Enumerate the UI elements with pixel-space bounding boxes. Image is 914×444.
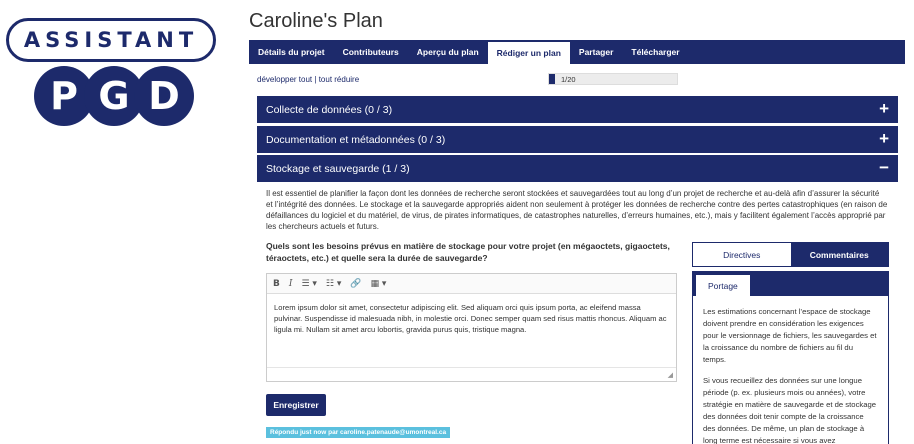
expand-plus-icon: + xyxy=(879,99,889,118)
assistant-pgd-logo[interactable]: ASSISTANT P G D xyxy=(6,8,216,140)
editor-content[interactable]: Lorem ipsum dolor sit amet, consectetur … xyxy=(267,294,676,343)
guidance-paragraph: Les estimations concernant l’espace de s… xyxy=(703,307,877,364)
guidance-panel-header: Portage xyxy=(693,272,888,296)
resize-grip-icon[interactable]: ◢ xyxy=(668,371,673,379)
expand-collapse-controls: développer tout | tout réduire xyxy=(257,75,359,84)
bold-icon[interactable]: B xyxy=(273,279,280,289)
section-title: Documentation et métadonnées (0 / 3) xyxy=(266,133,446,146)
expand-separator: | xyxy=(314,75,317,84)
save-button[interactable]: Enregistrer xyxy=(266,394,326,416)
tab-guidance[interactable]: Directives xyxy=(693,243,791,266)
italic-icon[interactable]: I xyxy=(289,279,293,289)
logo-banner-text: ASSISTANT xyxy=(23,28,199,52)
numbered-list-icon[interactable]: ☷ ▾ xyxy=(326,279,341,289)
plan-tabbar: Détails du projet Contributeurs Aperçu d… xyxy=(249,40,905,64)
section-intro-text: Il est essentiel de planifier la façon d… xyxy=(266,189,888,231)
tab-comments[interactable]: Commentaires xyxy=(790,243,888,266)
progress-text: 1/20 xyxy=(561,75,576,84)
section-title: Collecte de données (0 / 3) xyxy=(266,103,393,116)
bullet-list-icon[interactable]: ☰ ▾ xyxy=(301,279,316,289)
editor-toolbar: B I ☰ ▾ ☷ ▾ 🔗 ▦ ▾ xyxy=(267,274,676,294)
tab-plan-overview[interactable]: Aperçu du plan xyxy=(408,40,488,64)
tab-contributors[interactable]: Contributeurs xyxy=(334,40,408,64)
guidance-paragraph: Si vous recueillez des données sur une l… xyxy=(703,376,877,444)
link-icon[interactable]: 🔗 xyxy=(350,279,361,289)
logo-banner: ASSISTANT xyxy=(6,18,216,62)
answered-status-badge: Répondu just now par caroline.patenaude@… xyxy=(266,427,451,438)
tab-download[interactable]: Télécharger xyxy=(622,40,688,64)
guidance-text: Les estimations concernant l’espace de s… xyxy=(693,296,888,444)
answer-progress-bar: 1/20 xyxy=(548,73,678,85)
section-title: Stockage et sauvegarde (1 / 3) xyxy=(266,162,410,175)
section-data-collection[interactable]: Collecte de données (0 / 3) + xyxy=(257,96,898,123)
page-title: Caroline's Plan xyxy=(249,10,383,32)
tab-portage[interactable]: Portage xyxy=(696,275,750,296)
expand-plus-icon: + xyxy=(879,129,889,148)
side-panel-tabs: Directives Commentaires xyxy=(692,242,889,267)
logo-letter-d: D xyxy=(134,66,194,126)
question-text: Quels sont les besoins prévus en matière… xyxy=(266,241,670,263)
section-storage-backup[interactable]: Stockage et sauvegarde (1 / 3) − xyxy=(257,155,898,182)
progress-fill xyxy=(549,74,556,84)
table-icon[interactable]: ▦ ▾ xyxy=(371,279,387,289)
editor-statusbar: ◢ xyxy=(267,367,676,381)
collapse-all-link[interactable]: tout réduire xyxy=(319,75,359,84)
logo-letters: P G D xyxy=(34,66,194,126)
tab-share[interactable]: Partager xyxy=(570,40,623,64)
tab-write-plan[interactable]: Rédiger un plan xyxy=(487,40,570,64)
answer-editor[interactable]: B I ☰ ▾ ☷ ▾ 🔗 ▦ ▾ Lorem ipsum dolor sit … xyxy=(266,273,677,382)
tab-project-details[interactable]: Détails du projet xyxy=(249,40,334,64)
collapse-minus-icon: − xyxy=(879,158,889,177)
expand-all-link[interactable]: développer tout xyxy=(257,75,312,84)
section-documentation-metadata[interactable]: Documentation et métadonnées (0 / 3) + xyxy=(257,126,898,153)
guidance-panel: Portage Les estimations concernant l’esp… xyxy=(692,271,889,444)
